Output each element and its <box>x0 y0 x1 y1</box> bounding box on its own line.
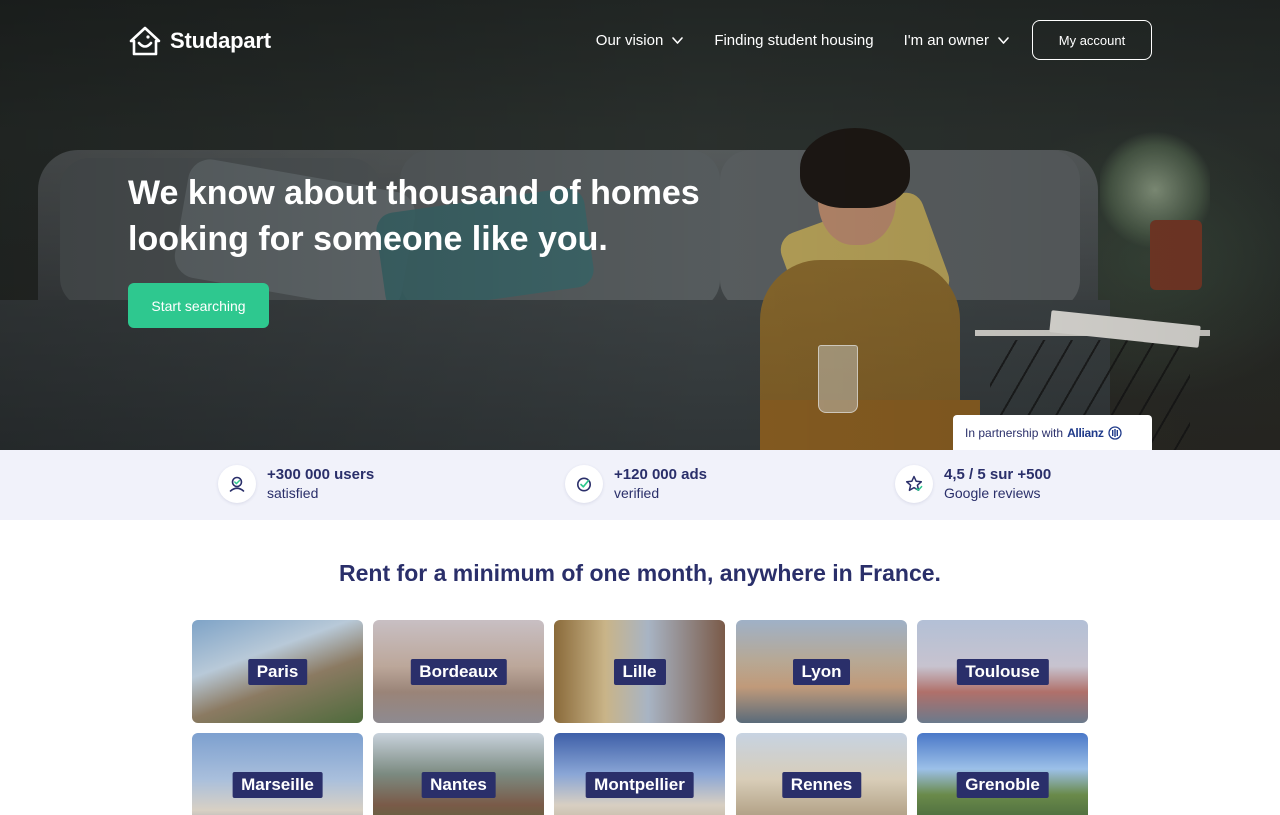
city-card-toulouse[interactable]: Toulouse <box>917 620 1088 723</box>
city-card-paris[interactable]: Paris <box>192 620 363 723</box>
city-label: Rennes <box>781 771 862 798</box>
main-nav: Our vision Finding student housing I'm a… <box>566 20 1152 60</box>
stat-ads-subtitle: verified <box>614 485 660 501</box>
stat-reviews-title: 4,5 / 5 sur +500 <box>944 466 1052 483</box>
allianz-logo-icon <box>1107 425 1122 440</box>
chevron-down-icon <box>998 36 1009 44</box>
city-label: Montpellier <box>585 771 694 798</box>
chevron-down-icon <box>672 36 684 44</box>
city-label: Grenoble <box>956 771 1049 798</box>
user-check-icon <box>218 465 256 503</box>
stat-reviews-subtitle: Google reviews <box>944 485 1041 501</box>
stat-users: +300 000 users satisfied <box>218 465 374 503</box>
brand-name: Studapart <box>170 28 271 53</box>
city-card-montpellier[interactable]: Montpellier <box>554 733 725 815</box>
partner-text: In partnership with <box>965 425 1064 440</box>
stat-reviews: 4,5 / 5 sur +500 Google reviews <box>895 465 1051 503</box>
city-card-rennes[interactable]: Rennes <box>736 733 907 815</box>
brand-logo[interactable]: Studapart <box>128 25 271 57</box>
city-label: Nantes <box>421 771 496 798</box>
stats-bar: +300 000 users satisfied +120 000 ads ve… <box>0 450 1280 520</box>
hero-title: We know about thousand of homes looking … <box>128 174 700 258</box>
nav-im-an-owner[interactable]: I'm an owner <box>904 32 1010 49</box>
cities-section-title: Rent for a minimum of one month, anywher… <box>339 560 941 586</box>
partner-badge[interactable]: In partnership with Allianz <box>953 415 1152 450</box>
city-label: Bordeaux <box>410 658 507 685</box>
partner-brand: Allianz <box>1067 425 1104 440</box>
city-label: Lyon <box>792 658 851 685</box>
city-card-lille[interactable]: Lille <box>554 620 725 723</box>
logo-icon <box>129 26 161 56</box>
city-card-lyon[interactable]: Lyon <box>736 620 907 723</box>
star-icon <box>895 465 933 503</box>
hero-banner: Studapart Our vision Finding student hou… <box>0 0 1280 450</box>
my-account-button[interactable]: My account <box>1032 20 1152 60</box>
stat-ads: +120 000 ads verified <box>565 465 707 503</box>
city-label: Paris <box>247 658 308 685</box>
city-card-grenoble[interactable]: Grenoble <box>917 733 1088 815</box>
stat-users-title: +300 000 users <box>267 466 375 483</box>
city-card-nantes[interactable]: Nantes <box>373 733 544 815</box>
nav-finding-student-housing[interactable]: Finding student housing <box>714 32 873 49</box>
city-label: Lille <box>613 658 666 685</box>
nav-our-vision[interactable]: Our vision <box>596 32 685 49</box>
city-label: Marseille <box>232 771 323 798</box>
stat-users-subtitle: satisfied <box>267 485 319 501</box>
stat-ads-title: +120 000 ads <box>614 466 707 483</box>
city-card-marseille[interactable]: Marseille <box>192 733 363 815</box>
start-searching-button[interactable]: Start searching <box>128 283 269 328</box>
city-label: Toulouse <box>956 658 1049 685</box>
city-card-bordeaux[interactable]: Bordeaux <box>373 620 544 723</box>
verified-check-icon <box>565 465 603 503</box>
